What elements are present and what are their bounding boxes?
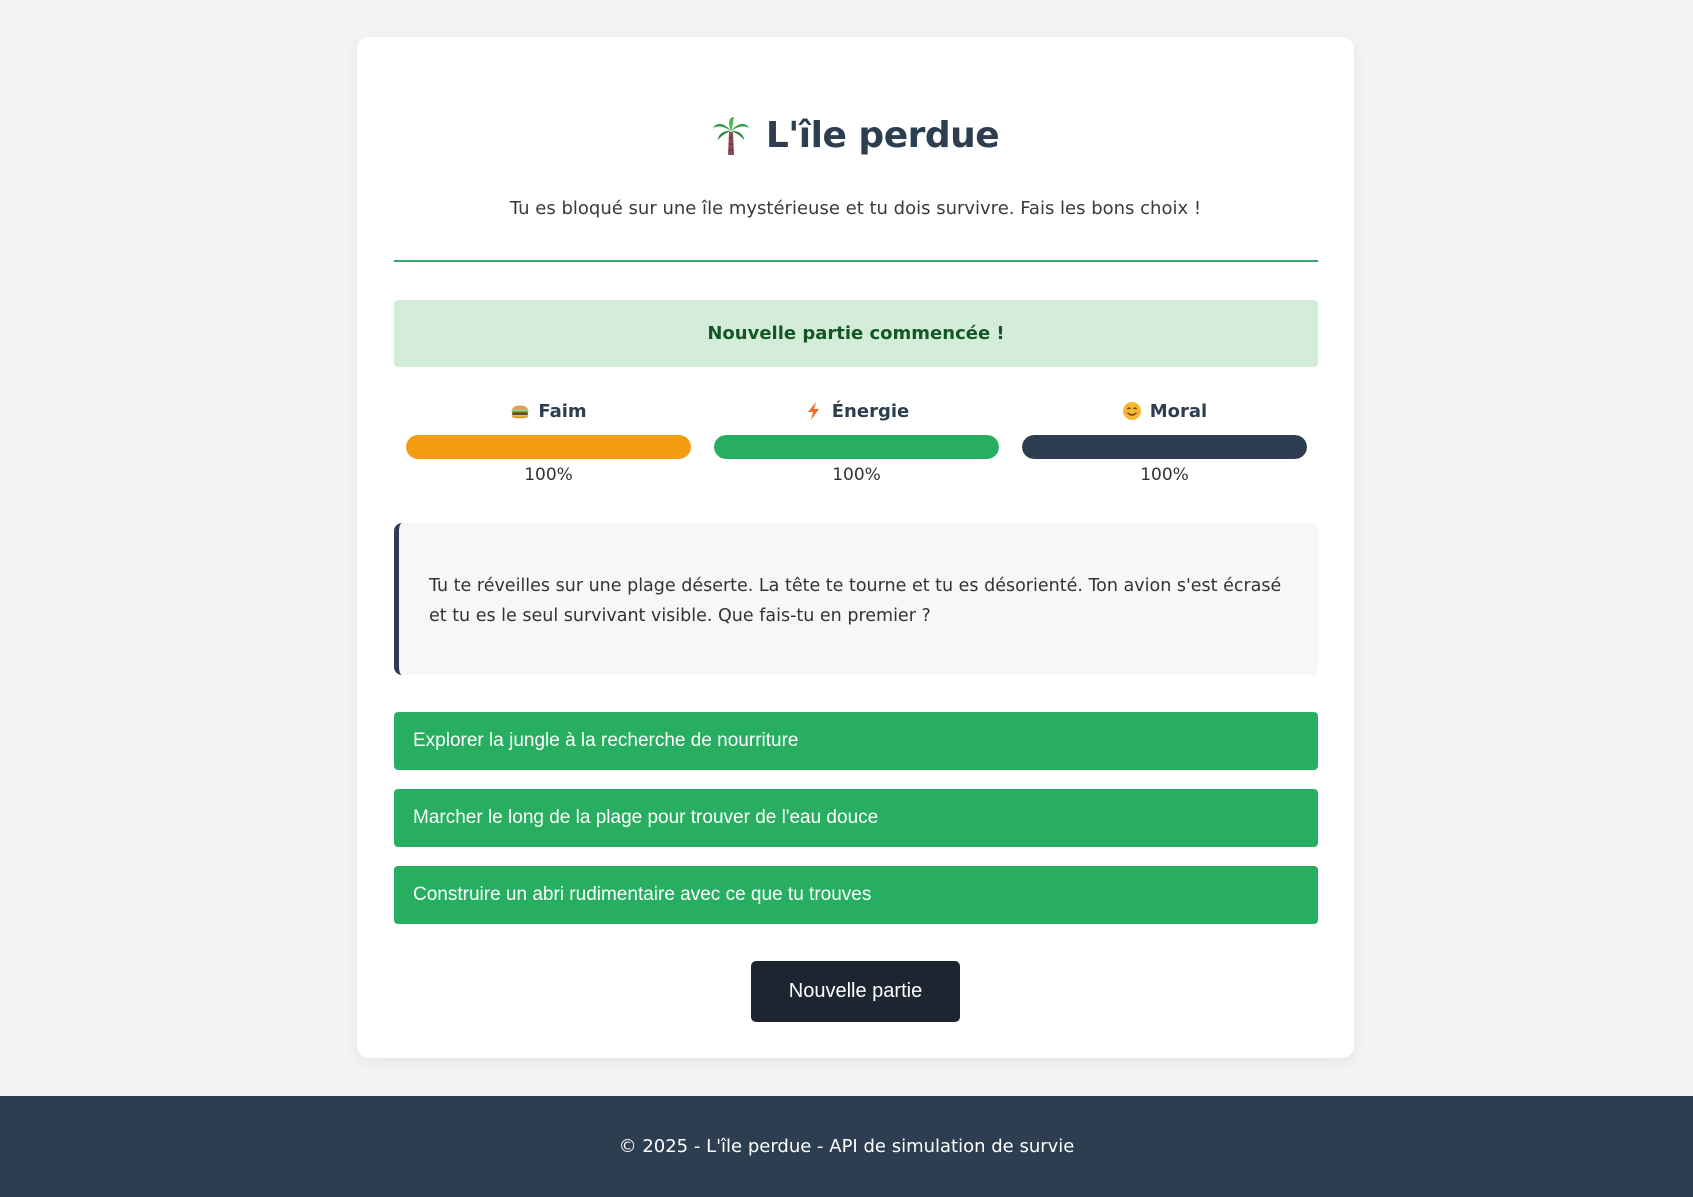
burger-icon xyxy=(510,401,530,421)
progress-bar-fill xyxy=(406,435,691,459)
page-title-row: L'île perdue xyxy=(357,115,1354,156)
footer: © 2025 - L'île perdue - API de simulatio… xyxy=(0,1096,1693,1197)
stat-energie: Énergie 100% xyxy=(714,397,999,485)
page: L'île perdue Tu es bloqué sur une île my… xyxy=(0,0,1693,1197)
progress-bar-fill xyxy=(714,435,999,459)
page-subtitle: Tu es bloqué sur une île mystérieuse et … xyxy=(509,198,1202,219)
stat-label: Moral xyxy=(1022,397,1307,425)
stat-label-text: Énergie xyxy=(831,400,910,422)
story-text: Tu te réveilles sur une plage déserte. L… xyxy=(394,523,1318,675)
game-card: L'île perdue Tu es bloqué sur une île my… xyxy=(357,37,1354,1058)
stat-label: Faim xyxy=(406,397,691,425)
page-title: L'île perdue xyxy=(765,115,1000,156)
divider xyxy=(394,260,1318,262)
choice-button-walk-beach[interactable]: Marcher le long de la plage pour trouver… xyxy=(394,789,1318,847)
stat-label: Énergie xyxy=(714,397,999,425)
stat-label-text: Moral xyxy=(1149,400,1208,422)
stat-value: 100% xyxy=(1140,465,1189,485)
stat-moral: Moral 100% xyxy=(1022,397,1307,485)
choice-button-build-shelter[interactable]: Construire un abri rudimentaire avec ce … xyxy=(394,866,1318,924)
new-game-button[interactable]: Nouvelle partie xyxy=(751,961,960,1022)
stat-value: 100% xyxy=(524,465,573,485)
progress-bar xyxy=(1022,435,1307,459)
stats-panel: Faim 100% Énergie 100% Moral 100% xyxy=(394,397,1318,487)
stat-value: 100% xyxy=(832,465,881,485)
progress-bar xyxy=(406,435,691,459)
palm-tree-icon xyxy=(712,116,750,156)
progress-bar-fill xyxy=(1022,435,1307,459)
status-banner: Nouvelle partie commencée ! xyxy=(394,300,1318,367)
progress-bar xyxy=(714,435,999,459)
lightning-icon xyxy=(804,401,824,421)
choice-button-explore-jungle[interactable]: Explorer la jungle à la recherche de nou… xyxy=(394,712,1318,770)
smiley-icon xyxy=(1122,401,1142,421)
stat-faim: Faim 100% xyxy=(406,397,691,485)
footer-text: © 2025 - L'île perdue - API de simulatio… xyxy=(618,1136,1075,1157)
stat-label-text: Faim xyxy=(538,400,587,422)
